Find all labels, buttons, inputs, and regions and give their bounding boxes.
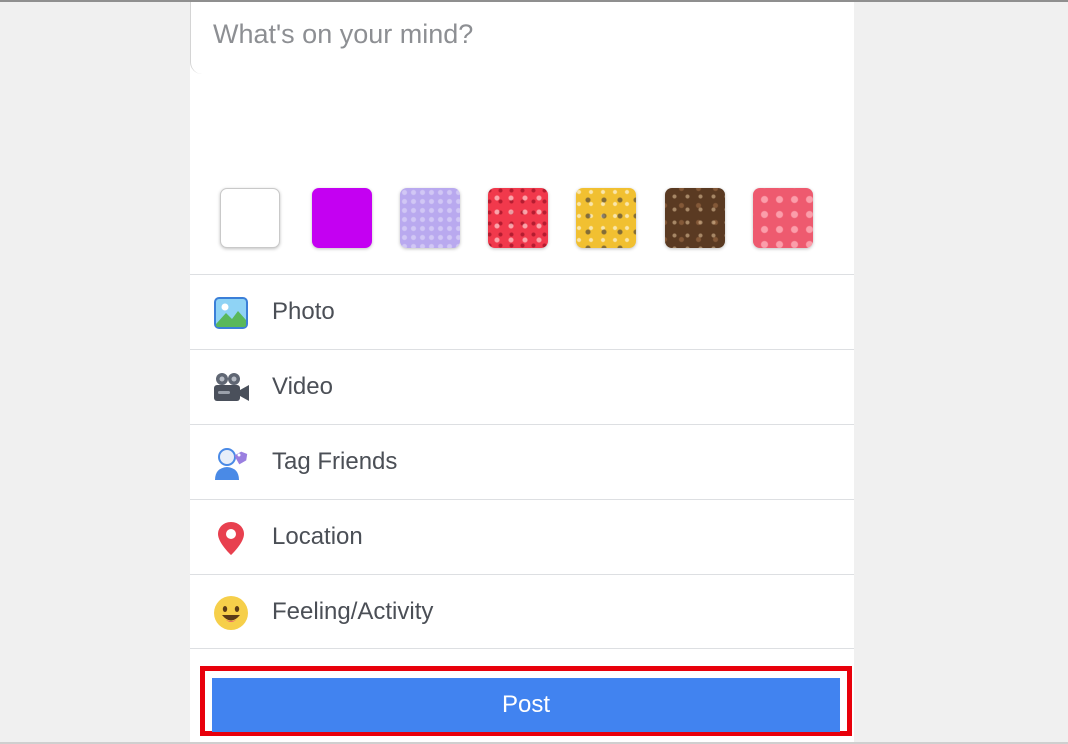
menu-item-label: Feeling/Activity — [272, 598, 434, 625]
video-camera-icon — [212, 369, 250, 407]
menu-item-label: Video — [272, 373, 333, 400]
menu-item-video[interactable]: Video — [190, 349, 854, 424]
background-swatch-lavender[interactable] — [400, 188, 460, 248]
background-swatch-brown[interactable] — [665, 188, 725, 248]
post-button-highlight: Post — [200, 666, 852, 736]
tag-friends-icon — [212, 444, 250, 482]
composer-box — [190, 2, 854, 74]
app-frame: Photo Video — [0, 0, 1068, 744]
background-swatch-purple[interactable] — [312, 188, 372, 248]
post-button[interactable]: Post — [212, 678, 840, 732]
create-post-panel: Photo Video — [190, 2, 854, 742]
photo-icon — [212, 294, 250, 332]
smiley-face-icon — [212, 594, 250, 632]
menu-item-label: Location — [272, 523, 363, 550]
menu-item-label: Tag Friends — [272, 448, 398, 475]
background-swatch-red[interactable] — [488, 188, 548, 248]
location-pin-icon — [212, 519, 250, 557]
menu-item-label: Photo — [272, 298, 335, 325]
post-options-menu: Photo Video Tag Friends Location Feeling… — [190, 274, 854, 649]
status-input[interactable] — [213, 12, 833, 56]
background-swatch-pink[interactable] — [753, 188, 813, 248]
background-swatch-white[interactable] — [220, 188, 280, 248]
menu-item-photo[interactable]: Photo — [190, 274, 854, 349]
menu-item-location[interactable]: Location — [190, 499, 854, 574]
background-swatch-yellow[interactable] — [576, 188, 636, 248]
menu-item-tag-friends[interactable]: Tag Friends — [190, 424, 854, 499]
background-picker — [190, 188, 854, 252]
menu-item-feeling-activity[interactable]: Feeling/Activity — [190, 574, 854, 649]
